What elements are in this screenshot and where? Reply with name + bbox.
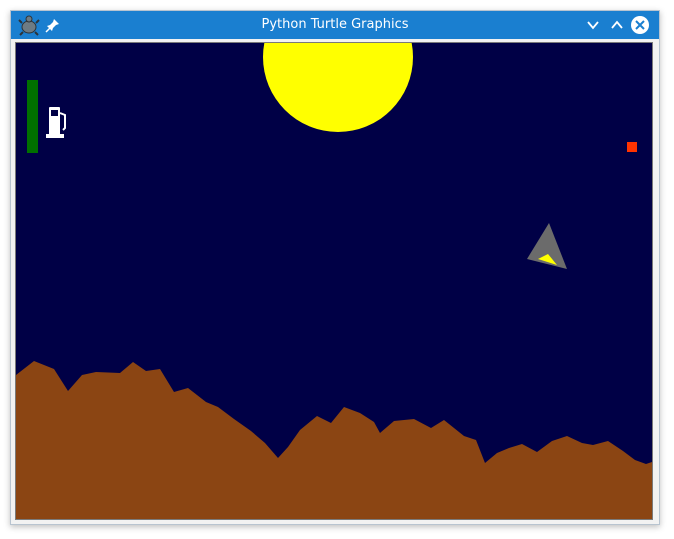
chevron-down-icon[interactable] <box>583 15 603 35</box>
chevron-up-icon[interactable] <box>607 15 627 35</box>
fuel-gauge-bar <box>27 80 38 153</box>
turtle-window: Python Turtle Graphics <box>10 10 660 525</box>
close-icon[interactable] <box>630 15 650 35</box>
turtle-canvas[interactable] <box>15 42 653 520</box>
window-title: Python Turtle Graphics <box>261 17 409 32</box>
title-bar[interactable]: Python Turtle Graphics <box>11 11 659 39</box>
game-scene <box>16 43 652 519</box>
target-marker <box>627 142 637 152</box>
